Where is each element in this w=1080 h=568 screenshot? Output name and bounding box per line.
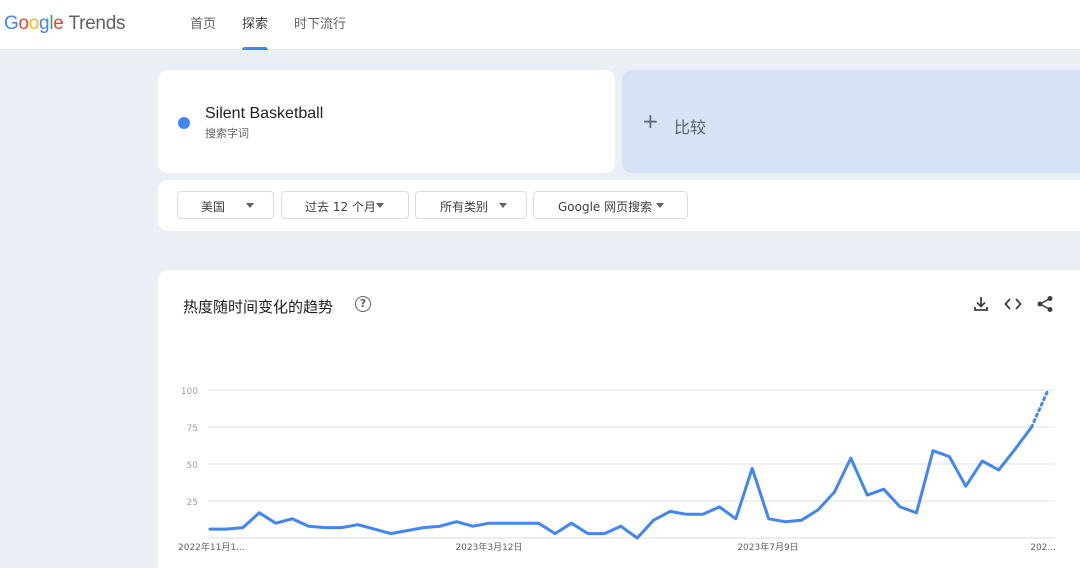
google-trends-logo[interactable]: Google Trends (4, 13, 125, 35)
time-range-label: 过去 12 个月 (305, 200, 376, 214)
y-tick-label: 75 (187, 424, 198, 434)
y-tick-label: 50 (187, 461, 199, 471)
tab-home[interactable]: 首页 (190, 0, 216, 50)
x-tick-label: 2023年7月9日 (737, 541, 798, 553)
series-line-partial (1030, 388, 1050, 429)
time-range-dropdown[interactable]: 过去 12 个月 (281, 191, 409, 219)
search-term-name[interactable]: Silent Basketball (205, 105, 323, 123)
chevron-down-icon (656, 203, 664, 208)
y-tick-label: 100 (181, 387, 198, 397)
trend-chart: 100 75 50 25 2022年11月1... 2023年3月12日 2023年7月9日… (178, 387, 1056, 553)
search-property-label: Google 网页搜索 (558, 200, 653, 214)
search-property-dropdown[interactable]: Google 网页搜索 (533, 191, 688, 219)
logo-trends: Trends (68, 13, 126, 34)
compare-label: 比较 (674, 118, 707, 137)
tab-trending[interactable]: 时下流行 (294, 0, 346, 50)
filter-bar: 美国 过去 12 个月 所有类别 Google 网页搜索 (158, 180, 1080, 231)
tab-explore[interactable]: 探索 (242, 0, 269, 50)
category-dropdown[interactable]: 所有类别 (415, 191, 527, 219)
top-bar: Google Trends 首页 探索 时下流行 (0, 0, 1080, 50)
search-term-type: 搜索字词 (205, 127, 249, 140)
plus-icon: + (642, 109, 659, 133)
region-dropdown[interactable]: 美国 (177, 191, 274, 219)
nav-tabs: 首页 探索 时下流行 (190, 0, 372, 50)
y-tick-label: 25 (187, 498, 198, 508)
x-tick-label: 202... (1030, 543, 1056, 553)
compare-button[interactable]: + 比较 (622, 70, 1080, 173)
x-tick-label: 2022年11月1... (178, 541, 245, 553)
chevron-down-icon (246, 203, 254, 208)
region-label: 美国 (201, 200, 226, 214)
logo-google: Google (4, 13, 64, 34)
category-label: 所有类别 (440, 200, 489, 214)
chevron-down-icon (376, 203, 384, 208)
series-line (208, 425, 1034, 540)
chevron-down-icon (499, 203, 507, 208)
x-tick-label: 2023年3月12日 (455, 541, 522, 553)
interest-over-time-panel: 热度随时间变化的趋势 ? 100 75 50 25 2022年11月1... 2023年3… (158, 270, 1080, 568)
term-color-dot (178, 117, 190, 129)
search-term-card[interactable]: Silent Basketball 搜索字词 (158, 70, 615, 173)
